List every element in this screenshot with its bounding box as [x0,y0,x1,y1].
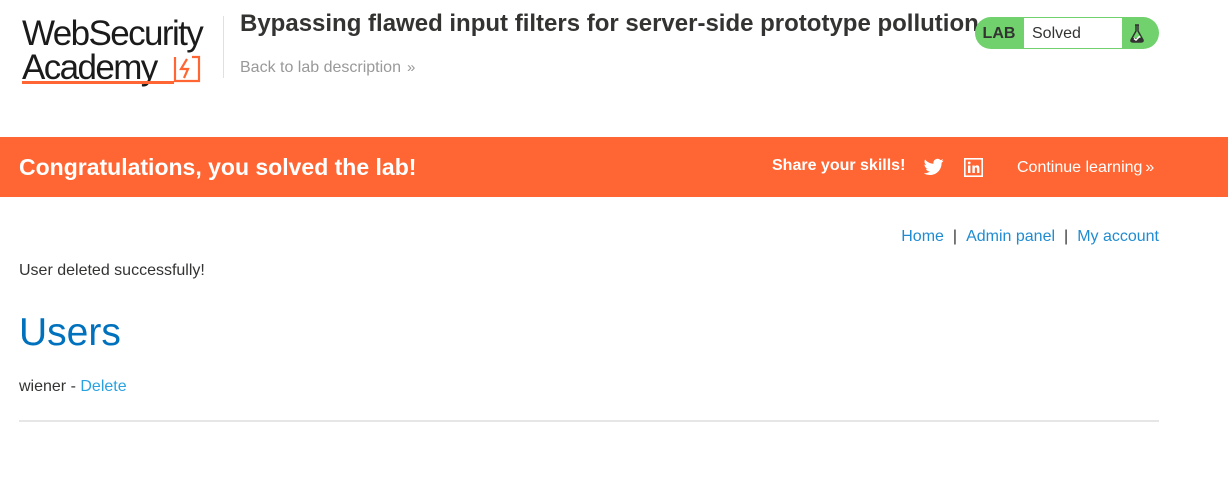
nav-my-account-link[interactable]: My account [1077,228,1159,245]
nav-home-link[interactable]: Home [901,228,944,245]
nav-separator: | [1064,228,1069,245]
twitter-icon [923,158,944,175]
divider [19,420,1159,422]
share-skills-label: Share your skills! [772,157,906,174]
web-security-academy-logo[interactable]: WebSecurity Academy [22,16,220,88]
nav-admin-panel-link[interactable]: Admin panel [966,228,1055,245]
lab-title: Bypassing flawed input filters for serve… [240,10,979,37]
user-separator: - [70,378,76,395]
flask-icon [1130,24,1144,43]
back-to-lab-description-link[interactable]: Back to lab description » [240,58,415,78]
continue-learning-label: Continue learning [1017,159,1143,176]
back-link-label: Back to lab description [240,59,401,76]
lab-status-value: Solved [1024,18,1122,48]
linkedin-icon [964,158,983,177]
lab-status-badge: LAB Solved [975,17,1159,49]
lightning-bolt-icon [173,55,201,83]
logo-divider [223,16,224,78]
linkedin-share-link[interactable] [964,158,983,177]
logo-line1: WebSecurity [22,14,204,53]
logo-underline [22,81,174,84]
status-message: User deleted successfully! [19,262,205,279]
page-title: Users [19,311,121,354]
user-name: wiener [19,378,67,395]
twitter-share-link[interactable] [923,158,944,176]
chevron-right-icon: » [1145,159,1155,176]
list-item: wiener - Delete [19,378,127,396]
banner-message: Congratulations, you solved the lab! [19,154,417,180]
lab-status-label: LAB [982,25,1016,42]
header: WebSecurity Academy Bypassing flawed inp… [0,0,1228,137]
nav-separator: | [952,228,958,245]
continue-learning-link[interactable]: Continue learning» [1017,158,1154,177]
top-navigation: Home | Admin panel | My account [901,228,1159,246]
delete-user-link[interactable]: Delete [80,378,126,395]
logo-line2: Academy [22,48,158,87]
chevron-right-icon: » [406,59,416,76]
